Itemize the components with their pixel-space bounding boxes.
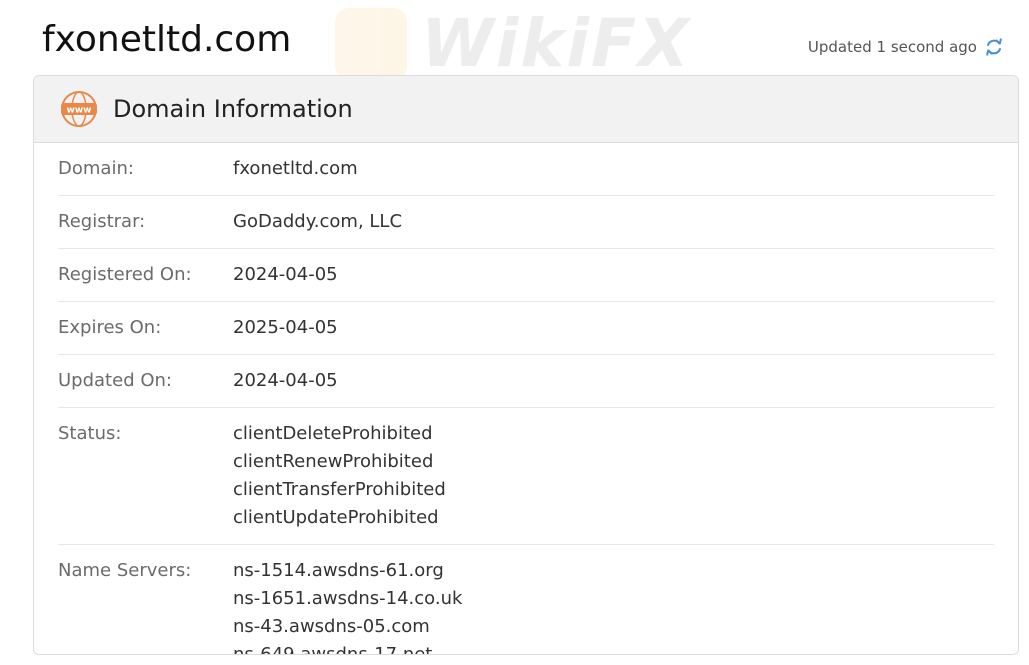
page: WikiFX WikiFX fxonetltd.com Updated 1 se… <box>0 0 1029 665</box>
status-line: clientTransferProhibited <box>233 479 446 500</box>
row-value: GoDaddy.com, LLC <box>233 208 402 236</box>
name-server-line: ns-1651.awsdns-14.co.uk <box>233 588 463 609</box>
status-line: clientRenewProhibited <box>233 451 434 472</box>
row-label: Status: <box>58 423 122 444</box>
row-value: clientDeleteProhibited clientRenewProhib… <box>233 420 446 532</box>
row-value: 2024-04-05 <box>233 261 338 289</box>
row-label: Domain: <box>58 158 134 179</box>
www-globe-icon: www <box>60 90 98 128</box>
card-title: Domain Information <box>113 95 353 123</box>
row-value: 2024-04-05 <box>233 367 338 395</box>
status-line: clientUpdateProhibited <box>233 507 439 528</box>
updated-text: Updated 1 second ago <box>807 38 977 56</box>
row-label: Registrar: <box>58 211 146 232</box>
name-server-line: ns-649.awsdns-17.net <box>233 644 433 655</box>
updated-status: Updated 1 second ago <box>808 36 1005 58</box>
row-value: 2025-04-05 <box>233 314 338 342</box>
svg-text:www: www <box>67 106 92 116</box>
info-row-domain: Domain: fxonetltd.com <box>58 143 994 196</box>
site-title: fxonetltd.com <box>42 19 292 60</box>
domain-info-card: www Domain Information Domain: fxonetltd… <box>33 75 1019 655</box>
name-server-line: ns-1514.awsdns-61.org <box>233 560 444 581</box>
refresh-icon[interactable] <box>983 36 1005 58</box>
info-row-name-servers: Name Servers: ns-1514.awsdns-61.org ns-1… <box>58 545 994 655</box>
value-line: 2025-04-05 <box>233 317 338 338</box>
row-value: fxonetltd.com <box>233 155 358 183</box>
row-label: Expires On: <box>58 317 162 338</box>
page-header: fxonetltd.com Updated 1 second ago <box>0 0 1029 76</box>
row-label: Name Servers: <box>58 560 192 581</box>
info-row-status: Status: clientDeleteProhibited clientRen… <box>58 408 994 545</box>
row-label: Updated On: <box>58 370 172 391</box>
info-row-expires-on: Expires On: 2025-04-05 <box>58 302 994 355</box>
value-line: 2024-04-05 <box>233 370 338 391</box>
status-line: clientDeleteProhibited <box>233 423 433 444</box>
value-line: 2024-04-05 <box>233 264 338 285</box>
name-server-line: ns-43.awsdns-05.com <box>233 616 430 637</box>
row-value: ns-1514.awsdns-61.org ns-1651.awsdns-14.… <box>233 557 463 655</box>
info-row-registrar: Registrar: GoDaddy.com, LLC <box>58 196 994 249</box>
info-row-updated-on: Updated On: 2024-04-05 <box>58 355 994 408</box>
row-label: Registered On: <box>58 264 192 285</box>
info-row-registered-on: Registered On: 2024-04-05 <box>58 249 994 302</box>
card-header: www Domain Information <box>34 76 1018 143</box>
info-table: Domain: fxonetltd.com Registrar: GoDaddy… <box>58 143 994 655</box>
value-line: fxonetltd.com <box>233 158 358 179</box>
value-line: GoDaddy.com, LLC <box>233 211 403 232</box>
